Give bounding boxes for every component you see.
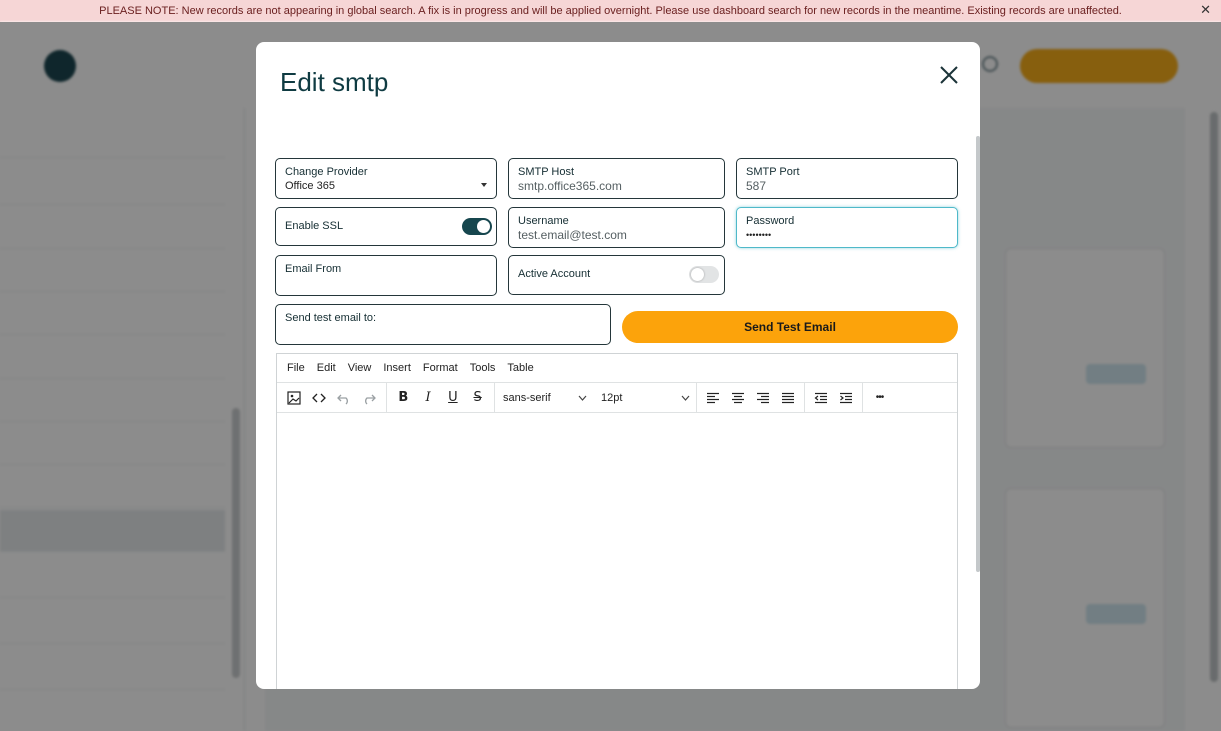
toolbar-group-align	[697, 382, 805, 413]
font-size-value: 12pt	[601, 391, 623, 404]
test-email-label: Send test email to:	[285, 312, 377, 324]
align-center-icon[interactable]	[726, 386, 751, 410]
outdent-icon[interactable]	[809, 386, 834, 410]
provider-select[interactable]: Change Provider Office 365	[275, 158, 497, 199]
chevron-down-icon	[578, 395, 587, 401]
smtp-host-field[interactable]: SMTP Host smtp.office365.com	[508, 158, 725, 199]
provider-value: Office 365	[285, 180, 335, 192]
underline-icon[interactable]: U	[441, 386, 466, 410]
enable-ssl-label: Enable SSL	[285, 220, 344, 232]
image-icon[interactable]	[281, 386, 306, 410]
smtp-host-label: SMTP Host	[518, 166, 575, 178]
chevron-down-icon	[681, 395, 690, 401]
align-left-icon[interactable]	[701, 386, 726, 410]
enable-ssl-field: Enable SSL	[275, 207, 497, 246]
bold-icon[interactable]: B	[391, 386, 416, 410]
active-account-label: Active Account	[518, 268, 591, 280]
smtp-port-field[interactable]: SMTP Port 587	[736, 158, 958, 199]
smtp-host-value: smtp.office365.com	[518, 179, 622, 193]
menu-table[interactable]: Table	[507, 362, 533, 374]
close-icon[interactable]	[936, 62, 962, 88]
menu-file[interactable]: File	[287, 362, 305, 374]
font-family-value: sans-serif	[503, 391, 551, 404]
font-size-select[interactable]: 12pt	[593, 382, 697, 413]
menu-view[interactable]: View	[348, 362, 372, 374]
italic-icon[interactable]: I	[416, 386, 441, 410]
close-icon[interactable]: ✕	[1200, 2, 1211, 18]
notice-text: PLEASE NOTE: New records are not appeari…	[99, 5, 1122, 17]
editor-content-area[interactable]	[277, 413, 957, 689]
send-test-email-button[interactable]: Send Test Email	[622, 311, 958, 343]
email-from-label: Email From	[285, 263, 342, 275]
align-right-icon[interactable]	[751, 386, 776, 410]
password-value: ••••••••	[746, 230, 772, 240]
password-field[interactable]: Password ••••••••	[736, 207, 958, 248]
font-family-select[interactable]: sans-serif	[495, 383, 593, 413]
editor-menubar: File Edit View Insert Format Tools Table	[277, 354, 957, 383]
undo-icon[interactable]	[331, 386, 356, 410]
enable-ssl-toggle[interactable]	[462, 218, 492, 235]
menu-insert[interactable]: Insert	[383, 362, 411, 374]
redo-icon[interactable]	[356, 386, 381, 410]
toolbar-group-format: B I U S	[387, 382, 495, 413]
menu-tools[interactable]: Tools	[470, 362, 496, 374]
smtp-port-label: SMTP Port	[746, 166, 800, 178]
password-label: Password	[746, 215, 795, 227]
menu-edit[interactable]: Edit	[317, 362, 336, 374]
toolbar-group-indent	[805, 382, 863, 413]
align-justify-icon[interactable]	[775, 386, 800, 410]
editor-toolbar: B I U S sans-serif 12pt •••	[277, 382, 957, 413]
toggle-knob	[477, 220, 490, 233]
active-account-toggle[interactable]	[689, 266, 719, 283]
modal-scrollbar[interactable]	[976, 136, 980, 572]
active-account-field: Active Account	[508, 255, 725, 295]
more-options-icon[interactable]: •••	[867, 386, 892, 410]
caret-down-icon	[481, 183, 487, 187]
username-value: test.email@test.com	[518, 228, 627, 242]
modal-title: Edit smtp	[280, 67, 389, 97]
edit-smtp-modal: Edit smtp Change Provider Office 365 SMT…	[256, 42, 980, 689]
provider-label: Change Provider	[285, 166, 368, 178]
rich-text-editor: File Edit View Insert Format Tools Table	[276, 353, 958, 689]
toolbar-group-insert	[277, 382, 387, 413]
email-from-field[interactable]: Email From	[275, 255, 497, 296]
username-field[interactable]: Username test.email@test.com	[508, 207, 725, 248]
system-notice-banner: PLEASE NOTE: New records are not appeari…	[0, 0, 1221, 22]
test-email-field[interactable]: Send test email to:	[275, 304, 611, 345]
indent-icon[interactable]	[834, 386, 859, 410]
menu-format[interactable]: Format	[423, 362, 458, 374]
toggle-knob	[691, 268, 704, 281]
smtp-port-value: 587	[746, 179, 767, 193]
username-label: Username	[518, 215, 569, 227]
strikethrough-icon[interactable]: S	[465, 386, 490, 410]
source-code-icon[interactable]	[306, 386, 331, 410]
